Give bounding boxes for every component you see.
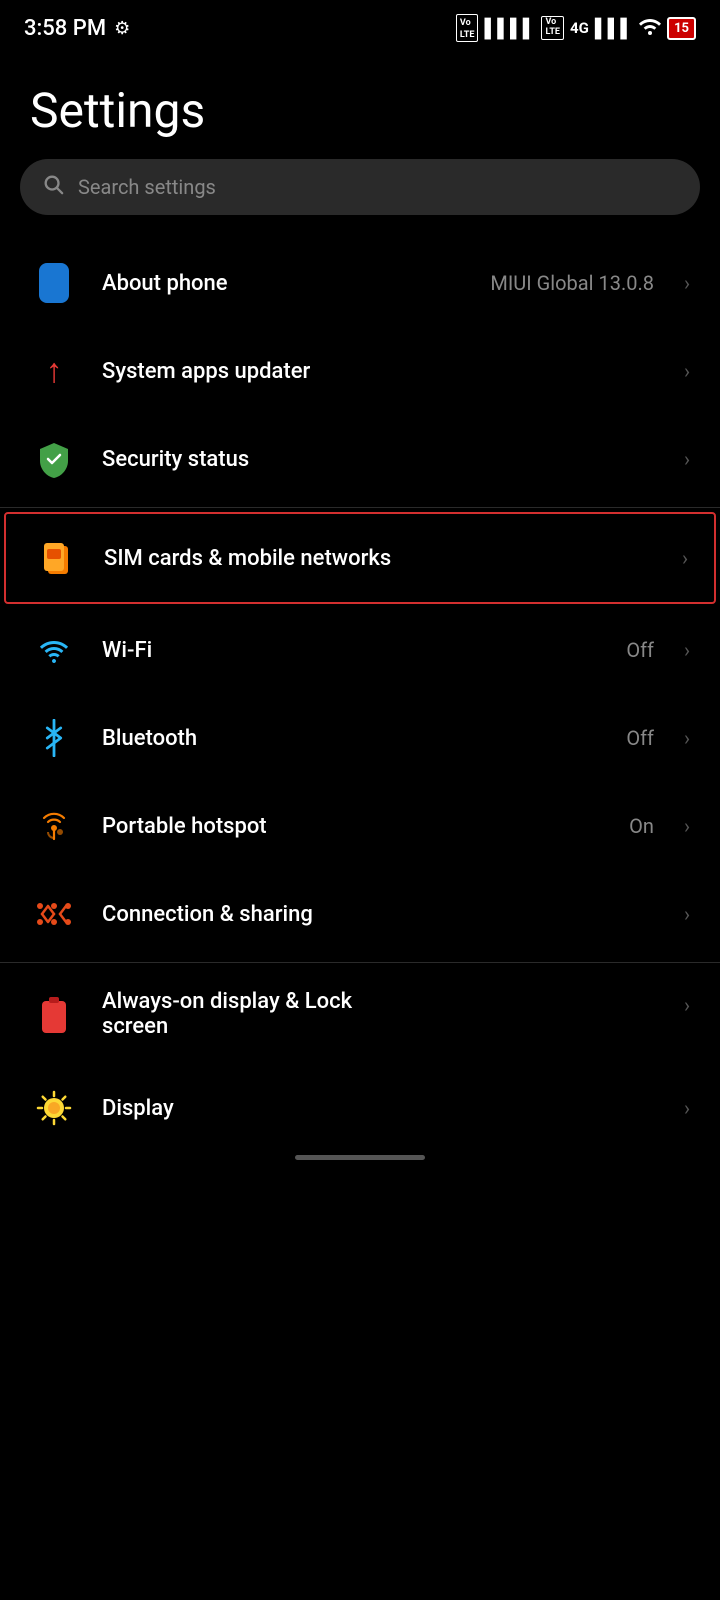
bluetooth-label: Bluetooth bbox=[102, 726, 602, 751]
portable-hotspot-icon bbox=[30, 802, 78, 850]
volte-icon-2: VoLTE bbox=[541, 16, 564, 40]
settings-item-portable-hotspot[interactable]: Portable hotspot On › bbox=[0, 782, 720, 870]
settings-item-wifi[interactable]: Wi-Fi Off › bbox=[0, 606, 720, 694]
wifi-status-icon bbox=[639, 16, 661, 40]
network-4g: 4G bbox=[570, 19, 589, 37]
sim-cards-icon bbox=[32, 534, 80, 582]
wifi-chevron: › bbox=[684, 638, 690, 662]
security-status-chevron: › bbox=[684, 447, 690, 471]
connection-sharing-label: Connection & sharing bbox=[102, 902, 660, 927]
sim-cards-chevron: › bbox=[682, 546, 688, 570]
system-apps-updater-chevron: › bbox=[684, 359, 690, 383]
always-on-display-chevron: › bbox=[684, 993, 690, 1017]
settings-item-always-on-display[interactable]: Always-on display & Lock screen › bbox=[0, 967, 720, 1063]
settings-item-bluetooth[interactable]: Bluetooth Off › bbox=[0, 694, 720, 782]
search-placeholder: Search settings bbox=[78, 175, 216, 199]
wifi-icon bbox=[30, 626, 78, 674]
about-phone-value: MIUI Global 13.0.8 bbox=[490, 271, 654, 295]
sim-cards-label: SIM cards & mobile networks bbox=[104, 546, 658, 571]
search-section[interactable]: Search settings bbox=[0, 159, 720, 239]
bluetooth-icon bbox=[30, 714, 78, 762]
gear-icon: ⚙ bbox=[114, 18, 130, 39]
system-apps-updater-label: System apps updater bbox=[102, 359, 660, 384]
always-on-display-label: Always-on display & Lock screen bbox=[102, 989, 660, 1039]
page-title: Settings bbox=[30, 82, 690, 139]
search-icon bbox=[42, 173, 64, 201]
security-status-icon bbox=[30, 435, 78, 483]
display-chevron: › bbox=[684, 1096, 690, 1120]
search-bar[interactable]: Search settings bbox=[20, 159, 700, 215]
connection-sharing-chevron: › bbox=[684, 902, 690, 926]
settings-item-sim-cards[interactable]: SIM cards & mobile networks › bbox=[4, 512, 716, 604]
page-title-section: Settings bbox=[0, 52, 720, 159]
about-phone-chevron: › bbox=[684, 271, 690, 295]
settings-item-about-phone[interactable]: About phone MIUI Global 13.0.8 › bbox=[0, 239, 720, 327]
security-status-label: Security status bbox=[102, 447, 660, 472]
status-time-section: 3:58 PM ⚙ bbox=[24, 16, 130, 41]
time-display: 3:58 PM bbox=[24, 16, 106, 41]
divider-1 bbox=[0, 507, 720, 508]
display-icon bbox=[30, 1084, 78, 1132]
always-on-display-icon bbox=[30, 993, 78, 1041]
portable-hotspot-value: On bbox=[629, 814, 654, 838]
wifi-value: Off bbox=[626, 638, 654, 662]
about-phone-icon bbox=[30, 259, 78, 307]
status-bar: 3:58 PM ⚙ VoLTE ▌▌▌▌ VoLTE 4G ▌▌▌ 15 bbox=[0, 0, 720, 52]
settings-list: About phone MIUI Global 13.0.8 › ↑ Syste… bbox=[0, 239, 720, 1143]
bluetooth-chevron: › bbox=[684, 726, 690, 750]
portable-hotspot-chevron: › bbox=[684, 814, 690, 838]
settings-item-display[interactable]: Display › bbox=[0, 1063, 720, 1143]
settings-item-connection-sharing[interactable]: Connection & sharing › bbox=[0, 870, 720, 958]
bluetooth-value: Off bbox=[626, 726, 654, 750]
signal-bars-1: ▌▌▌▌ bbox=[484, 18, 535, 39]
wifi-label: Wi-Fi bbox=[102, 638, 602, 663]
scroll-indicator bbox=[0, 1143, 720, 1168]
volte-icon-1: VoLTE bbox=[456, 14, 479, 42]
system-apps-updater-icon: ↑ bbox=[30, 347, 78, 395]
about-phone-label: About phone bbox=[102, 271, 466, 296]
connection-sharing-icon bbox=[30, 890, 78, 938]
portable-hotspot-label: Portable hotspot bbox=[102, 814, 605, 839]
scroll-bar bbox=[295, 1155, 425, 1160]
status-icons-section: VoLTE ▌▌▌▌ VoLTE 4G ▌▌▌ 15 bbox=[456, 14, 696, 42]
settings-item-security-status[interactable]: Security status › bbox=[0, 415, 720, 503]
signal-bars-2: ▌▌▌ bbox=[595, 18, 633, 39]
battery-icon: 15 bbox=[667, 17, 696, 40]
settings-item-system-apps-updater[interactable]: ↑ System apps updater › bbox=[0, 327, 720, 415]
display-label: Display bbox=[102, 1096, 660, 1121]
divider-2 bbox=[0, 962, 720, 963]
